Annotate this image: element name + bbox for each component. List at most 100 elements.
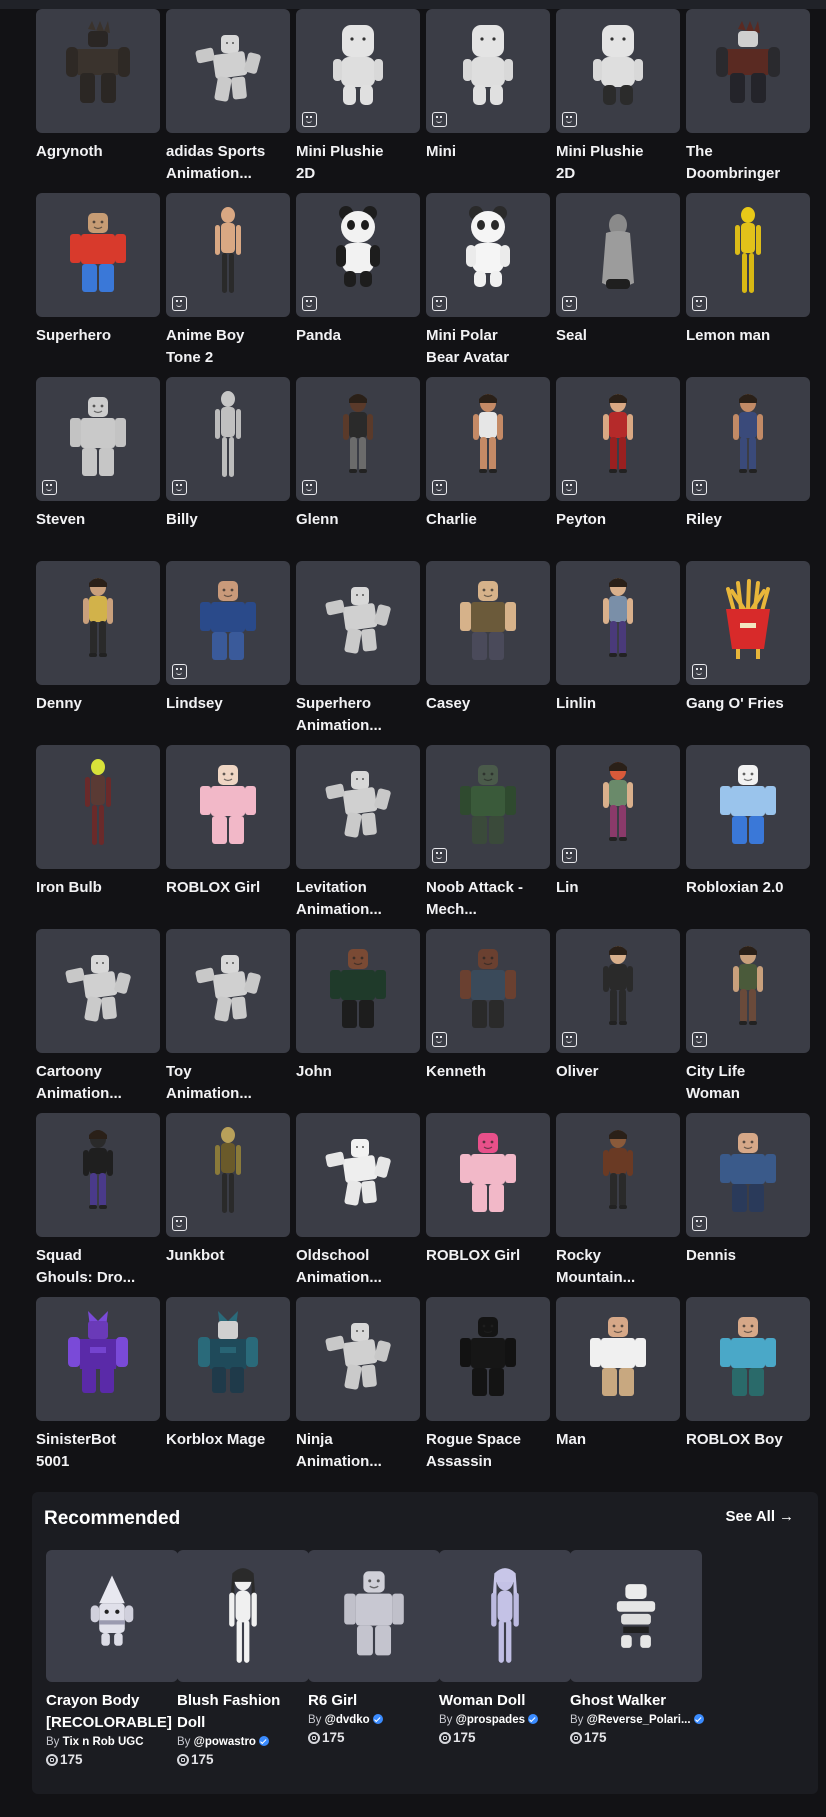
catalog-item[interactable]: Mini Polar Bear Avatar bbox=[426, 193, 550, 377]
item-name[interactable]: Iron Bulb bbox=[36, 877, 154, 899]
catalog-item[interactable]: Agrynoth bbox=[36, 9, 160, 193]
item-name[interactable]: Kenneth bbox=[426, 1061, 544, 1083]
catalog-item[interactable]: Mini bbox=[426, 9, 550, 193]
item-name[interactable]: John bbox=[296, 1061, 414, 1083]
item-thumbnail[interactable] bbox=[36, 1297, 160, 1421]
item-thumbnail[interactable] bbox=[36, 745, 160, 869]
catalog-item[interactable]: Riley bbox=[686, 377, 810, 561]
item-thumbnail[interactable] bbox=[166, 193, 290, 317]
item-thumbnail[interactable] bbox=[296, 1297, 420, 1421]
catalog-item[interactable]: Dennis bbox=[686, 1113, 810, 1297]
item-name[interactable]: Peyton bbox=[556, 509, 674, 531]
item-thumbnail[interactable] bbox=[556, 561, 680, 685]
item-thumbnail[interactable] bbox=[166, 745, 290, 869]
item-thumbnail[interactable] bbox=[556, 1113, 680, 1237]
catalog-item[interactable]: Robloxian 2.0 bbox=[686, 745, 810, 929]
item-thumbnail[interactable] bbox=[166, 1297, 290, 1421]
catalog-item[interactable]: Superhero Animation... bbox=[296, 561, 420, 745]
item-thumbnail[interactable] bbox=[556, 377, 680, 501]
item-thumbnail[interactable] bbox=[686, 193, 810, 317]
catalog-item[interactable]: Oldschool Animation... bbox=[296, 1113, 420, 1297]
item-thumbnail[interactable] bbox=[686, 1113, 810, 1237]
item-thumbnail[interactable] bbox=[426, 561, 550, 685]
item-name[interactable]: Steven bbox=[36, 509, 154, 531]
item-name[interactable]: Toy Animation... bbox=[166, 1061, 284, 1105]
item-name[interactable]: Man bbox=[556, 1429, 674, 1451]
catalog-item[interactable]: Korblox Mage bbox=[166, 1297, 290, 1481]
item-name[interactable]: Noob Attack - Mech... bbox=[426, 877, 544, 921]
item-name[interactable]: Agrynoth bbox=[36, 141, 154, 163]
catalog-item[interactable]: Charlie bbox=[426, 377, 550, 561]
item-name[interactable]: Lin bbox=[556, 877, 674, 899]
recommended-item[interactable]: Woman Doll By @prospades 175 bbox=[439, 1550, 571, 1745]
item-name[interactable]: adidas Sports Animation... bbox=[166, 141, 284, 185]
catalog-item[interactable]: Kenneth bbox=[426, 929, 550, 1113]
item-name[interactable]: Superhero bbox=[36, 325, 154, 347]
item-thumbnail[interactable] bbox=[556, 9, 680, 133]
creator-link[interactable]: @prospades bbox=[456, 1714, 525, 1726]
item-thumbnail[interactable] bbox=[36, 193, 160, 317]
item-name[interactable]: Rogue Space Assassin bbox=[426, 1429, 544, 1473]
catalog-item[interactable]: Squad Ghouls: Dro... bbox=[36, 1113, 160, 1297]
item-name[interactable]: SinisterBot 5001 bbox=[36, 1429, 154, 1473]
catalog-item[interactable]: Noob Attack - Mech... bbox=[426, 745, 550, 929]
item-name[interactable]: Linlin bbox=[556, 693, 674, 715]
catalog-item[interactable]: Superhero bbox=[36, 193, 160, 377]
item-name[interactable]: Superhero Animation... bbox=[296, 693, 414, 737]
catalog-item[interactable]: Oliver bbox=[556, 929, 680, 1113]
item-name[interactable]: Billy bbox=[166, 509, 284, 531]
item-thumbnail[interactable] bbox=[426, 9, 550, 133]
catalog-item[interactable]: SinisterBot 5001 bbox=[36, 1297, 160, 1481]
item-thumbnail[interactable] bbox=[686, 9, 810, 133]
item-name[interactable]: Anime Boy Tone 2 bbox=[166, 325, 284, 369]
item-thumbnail[interactable] bbox=[296, 561, 420, 685]
recommended-item[interactable]: Blush Fashion Doll By @powastro 175 bbox=[177, 1550, 309, 1767]
catalog-item[interactable]: adidas Sports Animation... bbox=[166, 9, 290, 193]
item-name[interactable]: Lindsey bbox=[166, 693, 284, 715]
catalog-item[interactable]: The Doombringer bbox=[686, 9, 810, 193]
catalog-item[interactable]: Mini Plushie 2D bbox=[556, 9, 680, 193]
catalog-item[interactable]: Steven bbox=[36, 377, 160, 561]
item-name[interactable]: Oliver bbox=[556, 1061, 674, 1083]
item-thumbnail[interactable] bbox=[36, 929, 160, 1053]
item-thumbnail[interactable] bbox=[36, 9, 160, 133]
recommended-item[interactable]: R6 Girl By @dvdko 175 bbox=[308, 1550, 440, 1745]
item-thumbnail[interactable] bbox=[439, 1550, 571, 1682]
item-name[interactable]: Woman Doll bbox=[439, 1690, 571, 1712]
item-thumbnail[interactable] bbox=[296, 377, 420, 501]
item-thumbnail[interactable] bbox=[308, 1550, 440, 1682]
catalog-item[interactable]: Billy bbox=[166, 377, 290, 561]
catalog-item[interactable]: Anime Boy Tone 2 bbox=[166, 193, 290, 377]
item-name[interactable]: Robloxian 2.0 bbox=[686, 877, 804, 899]
catalog-item[interactable]: City Life Woman bbox=[686, 929, 810, 1113]
catalog-item[interactable]: Toy Animation... bbox=[166, 929, 290, 1113]
item-name[interactable]: Charlie bbox=[426, 509, 544, 531]
item-name[interactable]: Levitation Animation... bbox=[296, 877, 414, 921]
item-name[interactable]: Lemon man bbox=[686, 325, 804, 347]
catalog-item[interactable]: Mini Plushie 2D bbox=[296, 9, 420, 193]
item-thumbnail[interactable] bbox=[166, 929, 290, 1053]
item-name[interactable]: Gang O' Fries bbox=[686, 693, 804, 715]
catalog-item[interactable]: Levitation Animation... bbox=[296, 745, 420, 929]
item-name[interactable]: Oldschool Animation... bbox=[296, 1245, 414, 1289]
item-thumbnail[interactable] bbox=[686, 1297, 810, 1421]
catalog-item[interactable]: Cartoony Animation... bbox=[36, 929, 160, 1113]
item-thumbnail[interactable] bbox=[426, 193, 550, 317]
item-name[interactable]: Mini Plushie 2D bbox=[296, 141, 414, 185]
recommended-item[interactable]: Ghost Walker By @Reverse_Polari... 175 bbox=[570, 1550, 704, 1745]
item-name[interactable]: Riley bbox=[686, 509, 804, 531]
item-name[interactable]: Crayon Body [RECOLORABLE] bbox=[46, 1690, 178, 1734]
item-thumbnail[interactable] bbox=[46, 1550, 178, 1682]
catalog-item[interactable]: Denny bbox=[36, 561, 160, 745]
item-name[interactable]: ROBLOX Girl bbox=[426, 1245, 544, 1267]
item-name[interactable]: R6 Girl bbox=[308, 1690, 440, 1712]
item-name[interactable]: Panda bbox=[296, 325, 414, 347]
catalog-item[interactable]: Glenn bbox=[296, 377, 420, 561]
catalog-item[interactable]: Peyton bbox=[556, 377, 680, 561]
item-thumbnail[interactable] bbox=[686, 929, 810, 1053]
item-thumbnail[interactable] bbox=[556, 1297, 680, 1421]
item-thumbnail[interactable] bbox=[36, 377, 160, 501]
item-thumbnail[interactable] bbox=[296, 1113, 420, 1237]
item-name[interactable]: Dennis bbox=[686, 1245, 804, 1267]
item-thumbnail[interactable] bbox=[426, 1113, 550, 1237]
